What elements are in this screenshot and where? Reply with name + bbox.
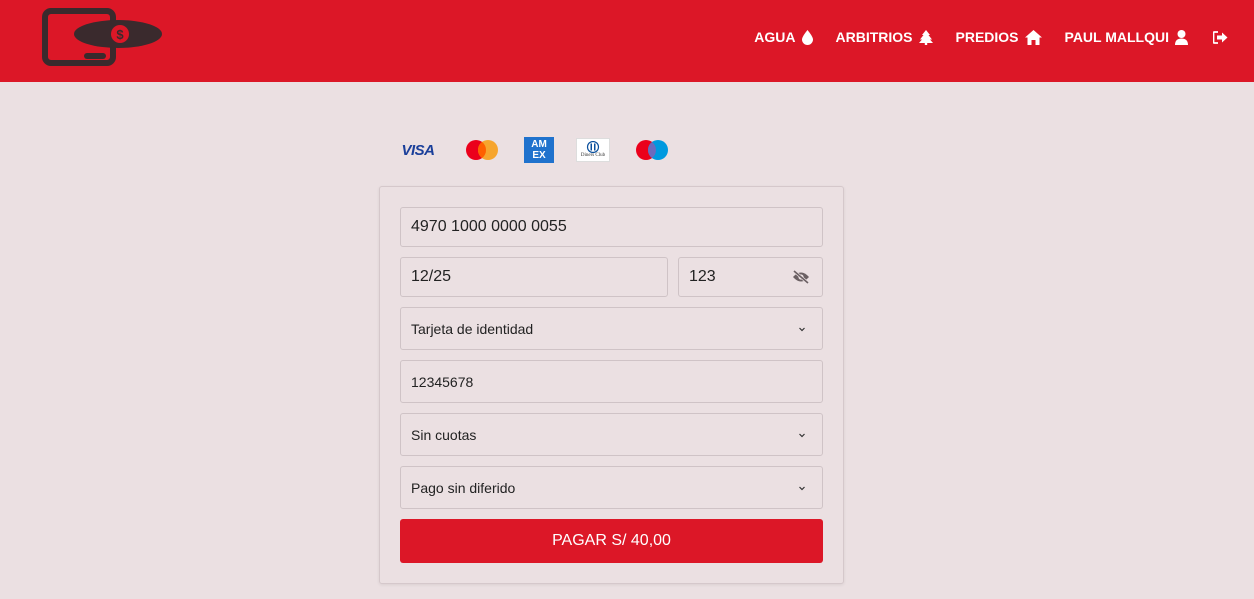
mastercard-icon [466, 140, 498, 160]
diners-text: Diners Club [580, 153, 606, 158]
nav-arbitrios-label: ARBITRIOS [835, 29, 913, 45]
nav-user[interactable]: PAUL MALLQUI [1065, 29, 1188, 45]
card-brands: VISA AM EX Diners Club [396, 136, 694, 164]
user-icon [1175, 29, 1188, 45]
chevron-down-icon [799, 486, 805, 490]
expiry-input[interactable]: 12/25 [400, 257, 668, 297]
svg-text:$: $ [116, 27, 124, 42]
nav-predios-label: PREDIOS [955, 29, 1019, 45]
nav-arbitrios[interactable]: ARBITRIOS [836, 29, 933, 45]
doc-number-value: 12345678 [411, 373, 474, 390]
deferral-select[interactable]: Pago sin diferido [400, 466, 823, 509]
eye-slash-icon[interactable] [792, 270, 810, 284]
nav-agua-label: AGUA [754, 29, 796, 45]
amex-logo: AM EX [524, 137, 554, 163]
pay-button[interactable]: PAGAR S/ 40,00 [400, 519, 823, 563]
home-icon [1024, 29, 1042, 45]
amex-text: AM EX [531, 139, 547, 161]
water-drop-icon [801, 29, 813, 45]
diners-logo: Diners Club [576, 138, 610, 162]
chevron-down-icon [799, 433, 805, 437]
chevron-down-icon [799, 327, 805, 331]
doc-type-value: Tarjeta de identidad [411, 320, 534, 337]
visa-text: VISA [401, 141, 435, 159]
logout-icon [1213, 30, 1228, 44]
nav-agua[interactable]: AGUA [754, 29, 813, 45]
main-nav: AGUA ARBITRIOS PREDIOS PAUL MALLQUI [754, 26, 1228, 48]
expiry-value: 12/25 [411, 268, 452, 285]
mastercard-logo [462, 138, 502, 162]
logout-button[interactable] [1213, 30, 1228, 44]
app-logo[interactable]: $ [40, 8, 170, 68]
installments-select[interactable]: Sin cuotas [400, 413, 823, 456]
tree-icon [918, 29, 933, 45]
phone-money-logo-icon: $ [42, 8, 162, 66]
diners-club-icon [586, 141, 600, 153]
nav-user-label: PAUL MALLQUI [1064, 29, 1169, 45]
maestro-logo [632, 138, 672, 162]
deferral-value: Pago sin diferido [411, 479, 516, 496]
card-number-value: 4970 1000 0000 0055 [411, 218, 567, 235]
maestro-icon [636, 140, 668, 160]
installments-value: Sin cuotas [411, 426, 477, 443]
cvv-input[interactable]: 123 [678, 257, 823, 297]
doc-type-select[interactable]: Tarjeta de identidad [400, 307, 823, 350]
cvv-value: 123 [689, 268, 716, 285]
pay-button-label: PAGAR S/ 40,00 [552, 532, 671, 549]
card-number-input[interactable]: 4970 1000 0000 0055 [400, 207, 823, 247]
visa-logo: VISA [396, 142, 440, 159]
nav-predios[interactable]: PREDIOS [956, 29, 1042, 45]
top-navbar: $ AGUA ARBITRIOS PREDIOS PAUL MALLQUI [0, 0, 1254, 82]
doc-number-input[interactable]: 12345678 [400, 360, 823, 403]
